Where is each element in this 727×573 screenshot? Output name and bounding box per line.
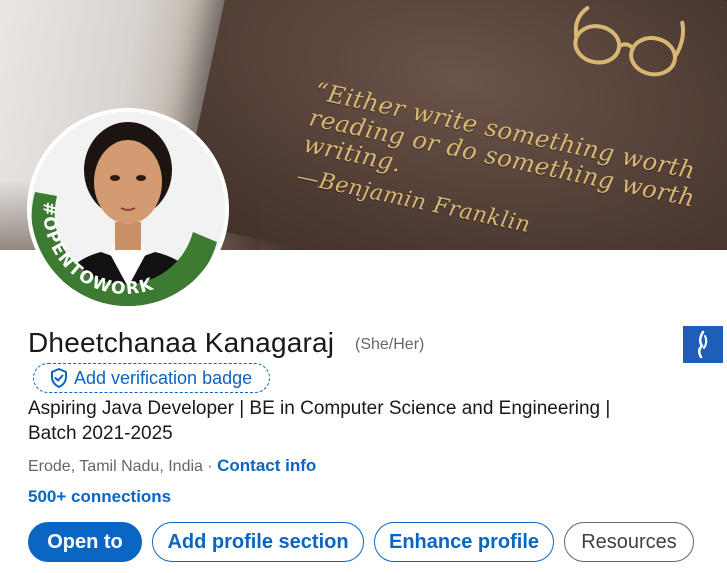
profile-name: Dheetchanaa Kanagaraj (28, 327, 335, 358)
open-to-button[interactable]: Open to (28, 522, 142, 562)
open-to-work-label: #OPENTOWORK (38, 201, 155, 299)
profile-pronouns: (She/Her) (355, 336, 425, 353)
add-verification-badge-label: Add verification badge (74, 367, 253, 388)
school-logo-graphic (698, 330, 708, 359)
location-separator: · (202, 458, 218, 475)
add-verification-badge-button[interactable]: Add verification badge (33, 363, 270, 393)
profile-location: Erode, Tamil Nadu, India (28, 458, 203, 475)
profile-headline: Aspiring Java Developer | BE in Computer… (28, 398, 611, 444)
open-to-work-frame: #OPENTOWORK (31, 192, 217, 306)
enhance-profile-button[interactable]: Enhance profile (374, 522, 554, 562)
avatar-photo: #OPENTOWORK (31, 112, 225, 306)
school-logo-icon[interactable] (683, 326, 723, 363)
shield-check-icon (51, 368, 67, 388)
resources-button[interactable]: Resources (564, 522, 694, 562)
contact-info-link[interactable]: Contact info (217, 456, 316, 475)
svg-text:#OPENTOWORK: #OPENTOWORK (38, 201, 156, 299)
profile-location-row: Erode, Tamil Nadu, India · Contact info (28, 456, 316, 476)
profile-avatar[interactable]: #OPENTOWORK (27, 108, 229, 310)
connections-link[interactable]: 500+ connections (28, 487, 171, 507)
add-profile-section-button[interactable]: Add profile section (152, 522, 364, 562)
